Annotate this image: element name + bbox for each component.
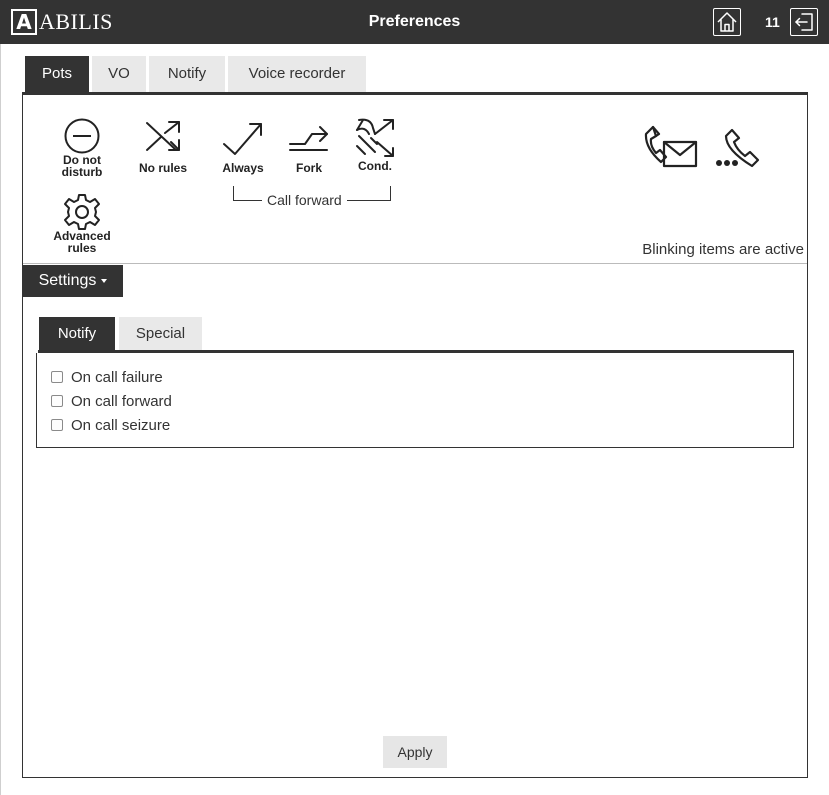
option-on-call-failure: On call failure bbox=[51, 368, 163, 386]
blinking-items-note: Blinking items are active bbox=[642, 241, 804, 258]
shuffle-icon bbox=[146, 121, 180, 151]
always-label: Always bbox=[222, 161, 264, 175]
cond-label: Cond. bbox=[358, 159, 392, 173]
no-rules-button[interactable]: No rules bbox=[133, 120, 193, 174]
user-number: 11 bbox=[765, 14, 780, 30]
on-call-failure-checkbox[interactable] bbox=[51, 371, 63, 383]
abilis-logo: A ABILIS bbox=[11, 9, 113, 35]
phone-mail-icon bbox=[644, 125, 698, 168]
on-call-seizure-label: On call seizure bbox=[71, 416, 171, 434]
top-bar: A ABILIS Preferences 11 bbox=[0, 0, 829, 44]
logo-letter: A bbox=[16, 10, 32, 34]
section-divider bbox=[23, 263, 807, 264]
conditional-arrows-icon bbox=[356, 118, 394, 157]
cond-button[interactable]: Cond. bbox=[345, 116, 405, 172]
home-button[interactable] bbox=[713, 8, 741, 36]
settings-dropdown-button[interactable]: Settings bbox=[23, 265, 123, 297]
on-call-seizure-checkbox[interactable] bbox=[51, 419, 63, 431]
on-call-failure-label: On call failure bbox=[71, 368, 163, 386]
page-title: Preferences bbox=[368, 13, 461, 30]
home-icon bbox=[717, 12, 737, 32]
do-not-disturb-label: Do not disturb bbox=[61, 153, 103, 179]
fork-button[interactable]: Fork bbox=[279, 120, 339, 174]
minus-circle-icon bbox=[64, 118, 100, 154]
arrow-up-right-icon bbox=[223, 123, 262, 155]
gear-icon bbox=[64, 194, 100, 230]
always-button[interactable]: Always bbox=[213, 120, 273, 174]
logo-text: ABILIS bbox=[39, 9, 113, 34]
logo-mark: A bbox=[11, 9, 37, 35]
fork-label: Fork bbox=[295, 161, 322, 175]
call-waiting-button[interactable] bbox=[712, 126, 768, 170]
advanced-rules-label: Advanced rules bbox=[53, 229, 111, 255]
subtab-notify[interactable]: Notify bbox=[39, 317, 115, 351]
logout-button[interactable] bbox=[790, 8, 818, 36]
option-on-call-forward: On call forward bbox=[51, 392, 172, 410]
tab-vo[interactable]: VO bbox=[92, 56, 146, 92]
logout-icon bbox=[795, 13, 813, 31]
phone-dots-icon bbox=[716, 128, 760, 168]
settings-label: Settings bbox=[38, 272, 97, 289]
page-edge bbox=[0, 44, 1, 795]
do-not-disturb-button[interactable]: Do not disturb bbox=[52, 116, 112, 178]
tab-notify[interactable]: Notify bbox=[149, 56, 225, 92]
on-call-forward-label: On call forward bbox=[71, 392, 172, 410]
advanced-rules-button[interactable]: Advanced rules bbox=[48, 192, 116, 254]
apply-button[interactable]: Apply bbox=[383, 736, 447, 768]
caret-down-icon bbox=[101, 279, 108, 283]
voicemail-button[interactable] bbox=[643, 124, 699, 170]
subtab-special[interactable]: Special bbox=[119, 317, 202, 351]
on-call-forward-checkbox[interactable] bbox=[51, 395, 63, 407]
tab-voice-recorder[interactable]: Voice recorder bbox=[228, 56, 366, 92]
tab-pots[interactable]: Pots bbox=[25, 56, 89, 92]
no-rules-label: No rules bbox=[138, 161, 187, 175]
fork-arrow-icon bbox=[289, 126, 328, 151]
call-forward-label: Call forward bbox=[262, 192, 347, 208]
option-on-call-seizure: On call seizure bbox=[51, 416, 170, 434]
